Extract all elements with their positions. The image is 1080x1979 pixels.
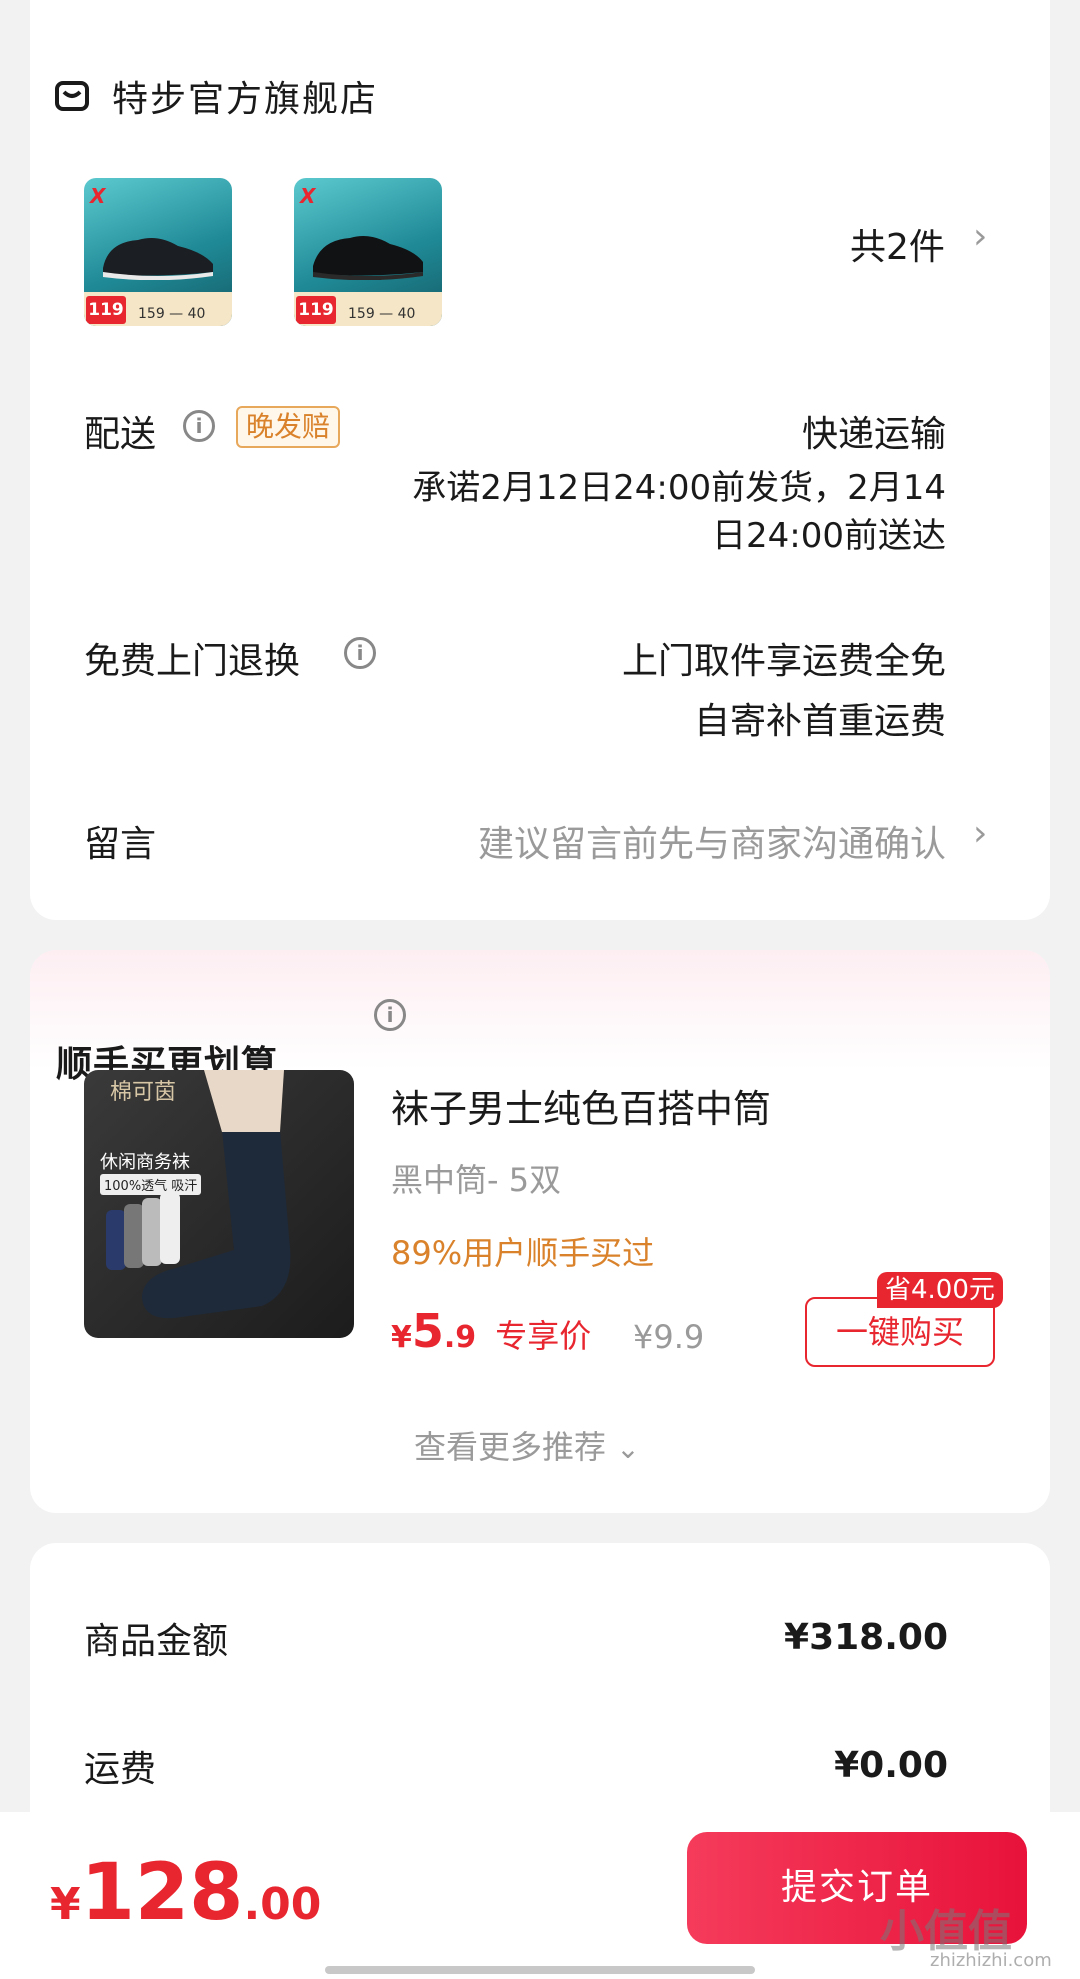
thumbnail-promo: 159 — 40 (348, 306, 416, 322)
see-more-recommendations[interactable]: 查看更多推荐 ⌄ (414, 1422, 640, 1468)
brand-logo: X (90, 184, 106, 208)
shipping-value: ¥0.00 (834, 1745, 948, 1786)
store-icon (55, 81, 89, 111)
returns-label: 免费上门退换 (84, 641, 301, 682)
product-thumbnail[interactable]: X 119 159 — 40 (294, 178, 442, 326)
exclusive-price-label: 专享价 (495, 1317, 592, 1355)
delivery-method: 快递运输 (801, 414, 946, 455)
chevron-right-icon[interactable]: › (973, 813, 987, 854)
sock-product-image[interactable]: 棉可茵 休闲商务袜 100%透气 吸汗 (84, 1070, 354, 1338)
price-currency: ¥ (391, 1320, 412, 1355)
addon-product-spec[interactable]: 黑中筒- 5双 (391, 1155, 561, 1201)
addon-product-name[interactable]: 袜子男士纯色百搭中筒 (391, 1078, 771, 1133)
sock-illustration (106, 1070, 291, 1319)
brand-logo: X (300, 184, 316, 208)
shoe-image (313, 236, 423, 280)
price-integer: 5 (411, 1304, 444, 1358)
home-indicator[interactable] (325, 1966, 755, 1974)
goods-amount-value: ¥318.00 (784, 1617, 948, 1658)
see-more-label: 查看更多推荐 (414, 1428, 607, 1466)
thumbnail-price: 119 (296, 296, 336, 324)
chevron-down-icon: ⌄ (616, 1432, 640, 1465)
product-thumbnail[interactable]: X 119 159 — 40 (84, 178, 232, 326)
shipping-label: 运费 (84, 1749, 157, 1790)
info-icon[interactable]: i (374, 999, 406, 1031)
price-decimal: .9 (443, 1320, 477, 1355)
watermark-url: zhizhizhi.com (930, 1950, 1052, 1971)
social-proof: 89%用户顺手买过 (391, 1234, 655, 1272)
delivery-promise-line2: 日24:00前送达 (712, 516, 946, 556)
total-integer: 128 (80, 1848, 244, 1938)
original-price: ¥9.9 (633, 1318, 705, 1356)
chevron-right-icon[interactable]: › (973, 216, 987, 257)
message-label: 留言 (84, 824, 157, 865)
goods-amount-label: 商品金额 (84, 1621, 229, 1662)
message-input[interactable]: 建议留言前先与商家沟通确认 (478, 815, 946, 867)
returns-line2: 自寄补首重运费 (693, 701, 946, 742)
store-name[interactable]: 特步官方旗舰店 (112, 70, 378, 122)
late-compensation-badge: 晚发赔 (236, 406, 341, 448)
item-count[interactable]: 共2件 (850, 218, 945, 270)
total-currency: ¥ (50, 1879, 81, 1930)
total-price: ¥128.00 (50, 1848, 321, 1938)
shoe-image (103, 238, 213, 280)
info-icon[interactable]: i (344, 637, 376, 669)
info-icon[interactable]: i (183, 410, 215, 442)
total-decimal: .00 (243, 1879, 322, 1930)
delivery-promise-line1: 承诺2月12日24:00前发货，2月14 (412, 468, 946, 508)
thumbnail-promo: 159 — 40 (138, 306, 206, 322)
save-badge: 省4.00元 (877, 1272, 1003, 1308)
addon-price: ¥5.9 专享价 (391, 1304, 591, 1358)
delivery-label: 配送 (84, 414, 157, 455)
returns-line1: 上门取件享运费全免 (621, 641, 946, 682)
thumbnail-price: 119 (86, 296, 126, 324)
